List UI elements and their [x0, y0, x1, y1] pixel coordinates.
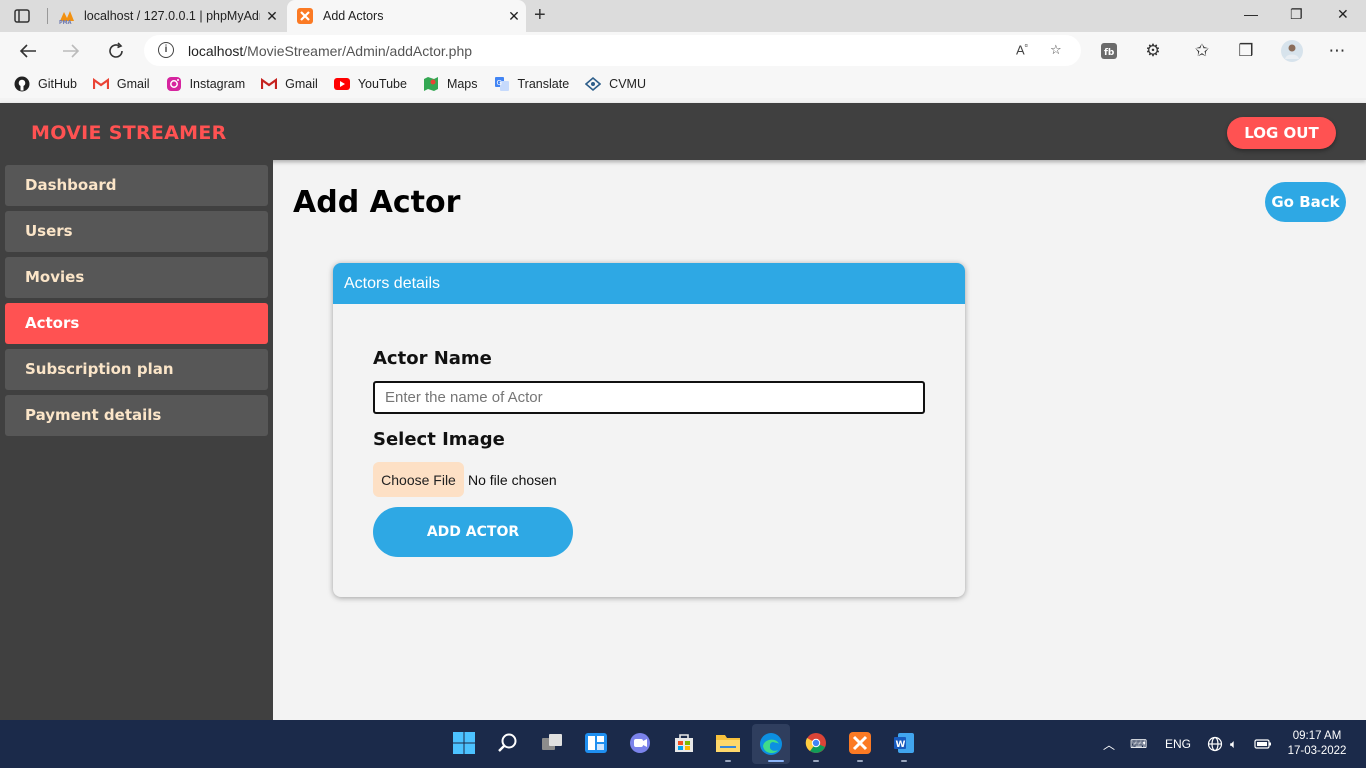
clock-date: 17-03-2022 [1287, 745, 1347, 757]
choose-file-button[interactable]: Choose File [373, 462, 464, 497]
bookmark-cvmu[interactable]: CVMU [585, 76, 646, 92]
volume-icon[interactable]: 🔈︎ [1230, 720, 1237, 768]
chrome-icon[interactable] [803, 730, 829, 756]
minimize-icon[interactable]: — [1244, 6, 1258, 22]
system-clock[interactable]: 09:17 AM 17-03-2022 [1284, 729, 1350, 759]
tab-title: localhost / 127.0.0.1 | phpMyAdmin [84, 9, 260, 23]
svg-text:G: G [496, 79, 501, 87]
edge-browser-icon[interactable] [752, 724, 790, 764]
translate-icon: G [494, 76, 510, 92]
start-windows-icon[interactable] [451, 730, 477, 756]
tab-title: Add Actors [323, 9, 384, 23]
address-url: localhost/MovieStreamer/Admin/addActor.p… [188, 43, 473, 59]
browser-nav-bar: i localhost/MovieStreamer/Admin/addActor… [0, 32, 1366, 70]
sidebar-item-payment-details[interactable]: Payment details [5, 395, 268, 436]
xampp-favicon-icon [297, 8, 313, 24]
svg-text:PMA: PMA [59, 20, 72, 24]
instagram-icon [166, 76, 182, 92]
bookmark-gmail-2[interactable]: Gmail [261, 76, 318, 92]
bookmarks-bar: GitHub Gmail Instagram Gmail YouTube Map… [0, 70, 1366, 98]
restore-icon[interactable]: ❐ [1290, 6, 1303, 23]
actor-name-label: Actor Name [373, 348, 492, 369]
show-hidden-icons-chevron-icon[interactable]: ︿ [1103, 720, 1115, 768]
tab-close-icon[interactable]: ✕ [260, 8, 284, 25]
bookmark-maps[interactable]: Maps [423, 76, 478, 92]
more-menu-icon[interactable]: ⋯ [1327, 41, 1347, 61]
xampp-icon[interactable] [847, 730, 873, 756]
github-icon [14, 76, 30, 92]
windows-taskbar: W ︿ ⌨ ENG 🔈︎ 09:17 AM 17-03-2022 [0, 720, 1366, 768]
running-indicator [901, 760, 907, 762]
browser-tab-bar: PMA localhost / 127.0.0.1 | phpMyAdmin ✕… [0, 0, 1366, 32]
network-globe-icon[interactable] [1207, 720, 1223, 768]
task-view-icon[interactable] [539, 730, 565, 756]
refresh-icon[interactable] [106, 41, 126, 61]
extension-fb-icon[interactable]: fb [1099, 41, 1119, 61]
page-title: Add Actor [293, 185, 461, 220]
actor-name-input[interactable] [373, 381, 925, 414]
back-arrow-icon[interactable] [18, 41, 38, 61]
running-indicator [725, 760, 731, 762]
microsoft-store-icon[interactable] [671, 730, 697, 756]
cvmu-icon [585, 76, 602, 92]
file-explorer-icon[interactable] [715, 730, 741, 756]
active-indicator [768, 760, 784, 762]
card-header: Actors details [333, 263, 965, 304]
profile-avatar[interactable] [1281, 40, 1303, 62]
new-tab-icon[interactable]: + [534, 4, 546, 27]
sidebar-item-subscription-plan[interactable]: Subscription plan [5, 349, 268, 390]
battery-icon[interactable] [1254, 720, 1272, 768]
sidebar-item-users[interactable]: Users [5, 211, 268, 252]
keyboard-icon[interactable]: ⌨ [1130, 720, 1147, 768]
bookmark-github[interactable]: GitHub [14, 76, 77, 92]
tab-actions-icon[interactable] [12, 7, 32, 25]
favorites-icon[interactable]: ✩ [1192, 41, 1212, 61]
bookmark-gmail[interactable]: Gmail [92, 76, 150, 92]
go-back-button[interactable]: Go Back [1265, 182, 1346, 222]
site-info-icon[interactable]: i [158, 42, 174, 58]
svg-text:fb: fb [1104, 48, 1115, 58]
gmail-icon [261, 76, 278, 92]
logout-button[interactable]: LOG OUT [1227, 117, 1336, 149]
collections-icon[interactable]: ❒ [1236, 41, 1256, 61]
sidebar-item-movies[interactable]: Movies [5, 257, 268, 298]
forward-arrow-icon[interactable] [61, 41, 81, 61]
tab-close-icon[interactable]: ✕ [502, 8, 526, 25]
language-indicator[interactable]: ENG [1165, 720, 1191, 768]
brand-logo-text[interactable]: MOVIE STREAMER [31, 122, 227, 144]
teams-chat-icon[interactable] [627, 730, 653, 756]
favorite-add-icon[interactable]: ☆ [1050, 42, 1062, 58]
window-close-icon[interactable]: ✕ [1337, 6, 1349, 23]
sidebar-item-dashboard[interactable]: Dashboard [5, 165, 268, 206]
file-status-text: No file chosen [468, 472, 557, 488]
select-image-label: Select Image [373, 429, 505, 450]
running-indicator [813, 760, 819, 762]
bookmark-translate[interactable]: G Translate [494, 76, 569, 92]
add-actor-button[interactable]: ADD ACTOR [373, 507, 573, 557]
read-aloud-icon[interactable]: Aᵅ [1016, 42, 1028, 57]
gmail-icon [92, 76, 109, 92]
sidebar-item-actors[interactable]: Actors [5, 303, 268, 344]
app-header: MOVIE STREAMER LOG OUT [0, 103, 1366, 160]
bookmark-instagram[interactable]: Instagram [166, 76, 245, 92]
youtube-icon [333, 76, 350, 92]
actor-details-card: Actors details Actor Name Select Image C… [333, 263, 965, 597]
bookmark-youtube[interactable]: YouTube [333, 76, 407, 92]
browser-tab-add-actors[interactable]: Add Actors ✕ [287, 0, 526, 32]
word-icon[interactable]: W [891, 730, 917, 756]
svg-text:W: W [896, 740, 906, 750]
search-icon[interactable] [495, 730, 521, 756]
maps-icon [423, 76, 439, 92]
widgets-icon[interactable] [583, 730, 609, 756]
extensions-puzzle-icon[interactable]: ⚙ [1143, 41, 1163, 61]
address-bar[interactable]: i localhost/MovieStreamer/Admin/addActor… [144, 35, 1081, 66]
running-indicator [857, 760, 863, 762]
phpmyadmin-favicon-icon: PMA [58, 8, 74, 26]
browser-tab-phpmyadmin[interactable]: PMA localhost / 127.0.0.1 | phpMyAdmin ✕ [48, 0, 284, 32]
sidebar: Dashboard Users Movies Actors Subscripti… [0, 160, 273, 720]
clock-time: 09:17 AM [1292, 730, 1342, 742]
